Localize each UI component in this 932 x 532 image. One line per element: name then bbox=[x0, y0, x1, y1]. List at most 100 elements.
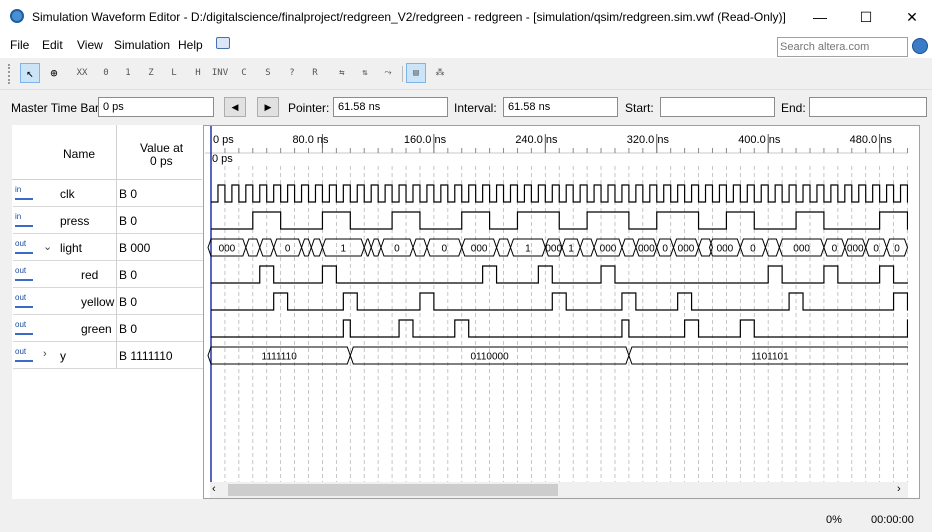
tick-label: 240.0 ns bbox=[515, 134, 558, 146]
signal-name: press bbox=[60, 214, 90, 228]
close-button[interactable]: ✕ bbox=[889, 0, 932, 34]
signal-row-green[interactable]: out green B 0 bbox=[13, 315, 203, 342]
light-bus-value: 0 bbox=[394, 244, 400, 255]
elapsed-time: 00:00:00 bbox=[871, 514, 914, 526]
pointer-tool-icon[interactable]: ↖ bbox=[20, 63, 40, 83]
light-bus-value: 000 bbox=[847, 244, 864, 255]
menu-edit[interactable]: Edit bbox=[42, 38, 63, 52]
signal-row-press[interactable]: in press B 0 bbox=[13, 207, 203, 234]
clock-icon[interactable]: S bbox=[258, 63, 278, 83]
signal-value: B 0 bbox=[119, 322, 138, 336]
arbitrary-icon[interactable]: ? bbox=[282, 63, 302, 83]
light-bus-segment bbox=[370, 238, 382, 257]
signal-row-clk[interactable]: in clk B 0 bbox=[13, 180, 203, 207]
status-bar: 0% 00:00:00 bbox=[0, 508, 932, 532]
chevron-down-icon[interactable]: ⌄ bbox=[43, 240, 52, 253]
weak-high-icon[interactable]: H bbox=[188, 63, 208, 83]
signal-name: yellow bbox=[81, 295, 115, 309]
previous-transition-button[interactable]: ◀ bbox=[224, 97, 246, 117]
light-bus-segment bbox=[764, 238, 780, 257]
forcing-high-icon[interactable]: 1 bbox=[118, 63, 138, 83]
random-icon[interactable]: R bbox=[305, 63, 325, 83]
light-bus-value: 0 bbox=[873, 244, 879, 255]
name-column-header[interactable]: Name bbox=[63, 147, 95, 161]
interval-input[interactable] bbox=[503, 97, 618, 117]
signal-value: B 0 bbox=[119, 295, 138, 309]
press-waveform bbox=[211, 211, 908, 230]
uninitialized-icon[interactable]: XX bbox=[72, 63, 92, 83]
master-time-bar-input[interactable] bbox=[98, 97, 214, 117]
globe-icon[interactable] bbox=[912, 38, 928, 54]
search-input[interactable] bbox=[777, 37, 908, 57]
interval-label: Interval: bbox=[454, 101, 497, 115]
column-separator bbox=[116, 288, 117, 315]
feedback-icon[interactable] bbox=[216, 37, 230, 49]
light-bus-value: 0 bbox=[832, 244, 838, 255]
invert-icon[interactable]: INV bbox=[210, 63, 230, 83]
minimize-button[interactable]: — bbox=[797, 0, 843, 34]
signal-row-red[interactable]: out red B 0 bbox=[13, 261, 203, 288]
weak-low-icon[interactable]: L bbox=[164, 63, 184, 83]
chevron-right-icon[interactable]: › bbox=[43, 348, 47, 360]
forcing-low-icon[interactable]: 0 bbox=[96, 63, 116, 83]
light-bus-segment bbox=[301, 238, 312, 257]
light-bus-value: 1 bbox=[525, 244, 531, 255]
light-bus-value: 0 bbox=[285, 244, 291, 255]
tick-label: 400.0 ns bbox=[738, 134, 781, 146]
signal-name: y bbox=[60, 349, 66, 363]
maximize-button[interactable]: ☐ bbox=[843, 0, 889, 34]
zoom-tool-icon[interactable]: ⊕ bbox=[44, 63, 64, 83]
sort-icon[interactable]: ⇅ bbox=[355, 63, 375, 83]
column-separator bbox=[116, 207, 117, 234]
signal-name: clk bbox=[60, 187, 75, 201]
toolbar: ↖ ⊕ XX 0 1 Z L H INV C S ? R ⇆ ⇅ ⤳ ▤ ⁂ bbox=[0, 58, 932, 90]
tick-label: 160.0 ns bbox=[404, 134, 447, 146]
waveform-compare-icon[interactable]: ▤ bbox=[406, 63, 426, 83]
pointer-input[interactable] bbox=[333, 97, 448, 117]
output-pin-icon: out bbox=[15, 240, 33, 254]
signal-row-y[interactable]: out › y B 1111110 bbox=[13, 342, 203, 369]
light-bus-value: 000 bbox=[678, 244, 695, 255]
tick-label: 0 ps bbox=[213, 134, 234, 146]
light-bus-value: 1 bbox=[341, 244, 347, 255]
window-title: Simulation Waveform Editor - D:/digitals… bbox=[32, 10, 786, 24]
progress-text: 0% bbox=[826, 514, 842, 526]
end-label: End: bbox=[781, 101, 806, 115]
output-pin-icon: out bbox=[15, 294, 33, 308]
light-bus-value: 0 bbox=[442, 244, 448, 255]
master-time-bar-label: Master Time Bar: bbox=[11, 101, 103, 115]
next-transition-button[interactable]: ▶ bbox=[257, 97, 279, 117]
column-separator bbox=[116, 180, 117, 207]
signal-name: green bbox=[81, 322, 112, 336]
menu-help[interactable]: Help bbox=[178, 38, 203, 52]
group-icon[interactable]: ⤳ bbox=[378, 63, 398, 83]
count-value-icon[interactable]: C bbox=[234, 63, 254, 83]
start-label: Start: bbox=[625, 101, 654, 115]
light-bus-segment bbox=[363, 238, 372, 257]
pointer-label: Pointer: bbox=[288, 101, 330, 115]
scroll-right-icon[interactable]: › bbox=[897, 483, 901, 495]
grid-settings-icon[interactable]: ⁂ bbox=[430, 63, 450, 83]
light-bus-value: 000 bbox=[471, 244, 488, 255]
y-bus-value: 1111110 bbox=[262, 352, 298, 363]
menu-file[interactable]: File bbox=[10, 38, 29, 52]
scrollbar-thumb[interactable] bbox=[228, 484, 558, 496]
light-bus-segment bbox=[310, 238, 323, 257]
waveform-canvas[interactable]: 0 ps 80.0 ns 160.0 ns 240.0 ns 320.0 ns 400.0… bbox=[205, 126, 908, 498]
light-bus-value: 000 bbox=[219, 244, 236, 255]
high-impedance-icon[interactable]: Z bbox=[141, 63, 161, 83]
column-separator bbox=[116, 261, 117, 288]
value-column-header[interactable]: Value at bbox=[140, 141, 183, 155]
end-input[interactable] bbox=[809, 97, 927, 117]
signal-row-light[interactable]: out ⌄ light B 000 bbox=[13, 234, 203, 261]
output-pin-icon: out bbox=[15, 267, 33, 281]
light-bus-value: 0 bbox=[662, 244, 668, 255]
input-pin-icon: in bbox=[15, 213, 33, 227]
snap-to-grid-icon[interactable]: ⇆ bbox=[332, 63, 352, 83]
menu-view[interactable]: View bbox=[77, 38, 103, 52]
light-bus-value: 000 bbox=[600, 244, 617, 255]
menu-simulation[interactable]: Simulation bbox=[114, 38, 170, 52]
scroll-left-icon[interactable]: ‹ bbox=[212, 483, 216, 495]
signal-row-yellow[interactable]: out yellow B 0 bbox=[13, 288, 203, 315]
start-input[interactable] bbox=[660, 97, 775, 117]
